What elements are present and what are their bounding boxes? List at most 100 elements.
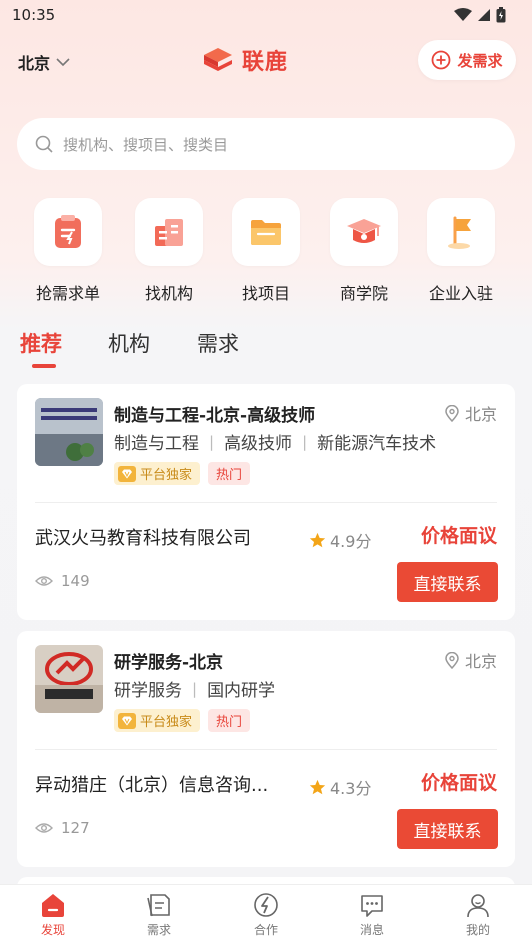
- bottom-nav: 发现 需求 合作 消息 我的: [0, 884, 532, 946]
- card-divider: [35, 502, 497, 503]
- view-count-value: 149: [61, 572, 90, 590]
- eye-icon: [35, 576, 53, 586]
- tag: 研学服务: [114, 681, 182, 701]
- listing-badges: 平台独家 热门: [114, 462, 251, 485]
- listing-tags: 制造与工程 | 高级技师 | 新能源汽车技术: [114, 429, 437, 455]
- listing-title: 制造与工程-北京-高级技师: [114, 406, 316, 426]
- nav-label: 发现: [40, 923, 65, 937]
- listing-tags: 研学服务 | 国内研学: [114, 676, 276, 702]
- nav-profile[interactable]: 我的: [438, 891, 518, 938]
- brand-name: 联鹿: [242, 50, 289, 75]
- diamond-icon: [118, 465, 136, 482]
- publish-demand-label: 发需求: [457, 51, 503, 70]
- nav-label: 需求: [146, 923, 171, 937]
- graduation-cap-icon: [330, 198, 398, 266]
- search-placeholder: 搜机构、搜项目、搜类目: [63, 135, 229, 154]
- entry-find-project[interactable]: 找项目: [216, 198, 316, 304]
- view-count: 149: [35, 572, 90, 590]
- tab-recommend[interactable]: 推荐: [20, 328, 62, 358]
- listing-card[interactable]: 研学服务-北京 北京 研学服务 | 国内研学 平台独家 热门 异动猎庄（北京）信…: [17, 631, 515, 867]
- contact-button[interactable]: 直接联系: [397, 809, 498, 849]
- tab-demands[interactable]: 需求: [197, 328, 239, 358]
- tag-separator: |: [302, 432, 308, 451]
- entry-business-school[interactable]: 商学院: [314, 198, 414, 304]
- folder-icon: [232, 198, 300, 266]
- exclusive-badge: 平台独家: [114, 462, 201, 485]
- publish-demand-button[interactable]: 发需求: [418, 40, 516, 80]
- tab-active-indicator: [32, 364, 56, 368]
- tab-institutions[interactable]: 机构: [108, 328, 150, 358]
- exclusive-label: 平台独家: [140, 468, 193, 483]
- tag: 新能源汽车技术: [317, 434, 437, 454]
- listing-thumbnail: [35, 645, 103, 713]
- chevron-down-icon: [56, 57, 70, 66]
- nav-label: 合作: [253, 923, 278, 937]
- exclusive-label: 平台独家: [140, 715, 193, 730]
- listing-badges: 平台独家 热门: [114, 709, 251, 732]
- card-divider: [35, 749, 497, 750]
- nav-label: 我的: [465, 923, 490, 937]
- location-pin-icon: [445, 404, 459, 422]
- tag-separator: |: [192, 679, 198, 698]
- tag: 制造与工程: [114, 434, 199, 454]
- price-label: 价格面议: [420, 525, 497, 547]
- nav-label: 消息: [359, 923, 384, 937]
- signal-icon: [478, 9, 490, 21]
- company-rating: 4.9分: [309, 528, 371, 552]
- cooperation-icon: [254, 893, 278, 917]
- listing-title: 研学服务-北京: [114, 653, 224, 673]
- status-bar: 10:35: [0, 0, 532, 30]
- view-count: 127: [35, 819, 90, 837]
- tag-separator: |: [209, 432, 215, 451]
- brand-logo: 联鹿: [200, 44, 288, 76]
- entry-label: 商学院: [339, 284, 388, 303]
- listing-card[interactable]: 制造与工程-北京-高级技师 北京 制造与工程 | 高级技师 | 新能源汽车技术 …: [17, 384, 515, 620]
- logo-icon: [204, 48, 232, 71]
- entry-label: 找项目: [241, 284, 290, 303]
- status-time: 10:35: [12, 6, 56, 24]
- rating-value: 4.9分: [330, 532, 372, 551]
- company-rating: 4.3分: [309, 775, 371, 799]
- city-selector[interactable]: 北京: [18, 50, 70, 74]
- company-name[interactable]: 武汉火马教育科技有限公司: [35, 524, 251, 550]
- contact-button[interactable]: 直接联系: [397, 562, 498, 602]
- entry-enterprise-join[interactable]: 企业入驻: [411, 198, 511, 304]
- star-icon: [309, 532, 326, 547]
- home-icon: [42, 894, 64, 917]
- search-input[interactable]: 搜机构、搜项目、搜类目: [17, 118, 515, 170]
- nav-discover[interactable]: 发现: [13, 891, 93, 938]
- location-label: 北京: [464, 405, 497, 424]
- plus-circle-icon: [432, 50, 451, 70]
- user-icon: [467, 894, 489, 918]
- eye-icon: [35, 823, 53, 833]
- document-icon: [147, 894, 170, 917]
- nav-demand[interactable]: 需求: [119, 891, 199, 938]
- company-name[interactable]: 异动猎庄（北京）信息咨询...: [35, 771, 268, 797]
- entry-label: 企业入驻: [428, 284, 493, 303]
- building-icon: [135, 198, 203, 266]
- nav-messages[interactable]: 消息: [332, 891, 412, 938]
- tag: 国内研学: [207, 681, 276, 701]
- rating-value: 4.3分: [330, 779, 372, 798]
- search-icon: [35, 135, 53, 153]
- listing-location: 北京: [445, 648, 497, 672]
- entry-find-institution[interactable]: 找机构: [119, 198, 219, 304]
- city-label: 北京: [18, 54, 51, 73]
- tag: 高级技师: [224, 434, 293, 454]
- star-icon: [309, 779, 326, 794]
- exclusive-badge: 平台独家: [114, 709, 201, 732]
- listing-thumbnail: [35, 398, 103, 466]
- entry-grab-demand[interactable]: 抢需求单: [18, 198, 118, 304]
- location-pin-icon: [445, 651, 459, 669]
- message-icon: [361, 895, 383, 917]
- hot-badge: 热门: [208, 462, 251, 485]
- price-label: 价格面议: [420, 772, 497, 794]
- wifi-icon: [454, 8, 472, 21]
- view-count-value: 127: [61, 819, 90, 837]
- location-label: 北京: [464, 652, 497, 671]
- quick-entries: 抢需求单 找机构 找项目 商学院 企业入驻: [0, 198, 532, 308]
- top-bar: 北京 联鹿 发需求: [0, 36, 532, 84]
- entry-label: 找机构: [144, 284, 193, 303]
- battery-icon: [496, 7, 506, 23]
- nav-cooperation[interactable]: 合作: [226, 891, 306, 938]
